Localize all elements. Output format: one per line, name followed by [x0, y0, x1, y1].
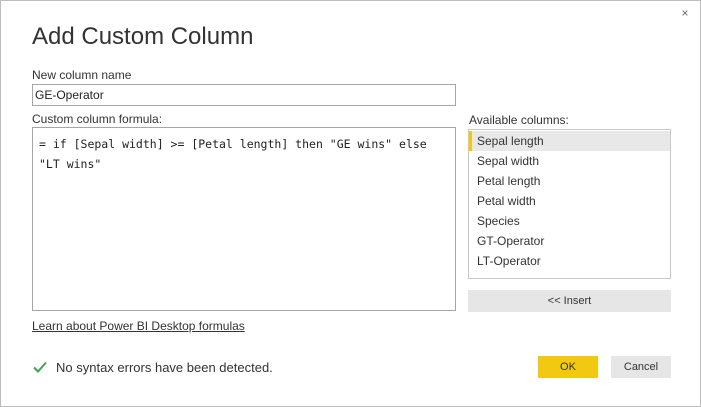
syntax-status-text: No syntax errors have been detected. — [56, 359, 273, 375]
custom-column-formula-input[interactable]: = if [Sepal width] >= [Petal length] the… — [32, 127, 456, 311]
insert-button[interactable]: << Insert — [468, 290, 671, 312]
column-item-petal-width[interactable]: Petal width — [469, 191, 670, 211]
ok-button[interactable]: OK — [538, 356, 598, 378]
column-item-sepal-length[interactable]: Sepal length — [469, 131, 670, 151]
available-columns-label: Available columns: — [469, 113, 569, 127]
custom-column-formula-label: Custom column formula: — [32, 112, 163, 126]
column-item-lt-operator[interactable]: LT-Operator — [469, 251, 670, 271]
new-column-name-label: New column name — [32, 68, 132, 82]
close-button[interactable]: × — [678, 6, 692, 20]
checkmark-icon — [33, 361, 47, 373]
learn-formulas-link[interactable]: Learn about Power BI Desktop formulas — [32, 319, 245, 333]
new-column-name-input[interactable]: GE-Operator — [32, 84, 456, 106]
add-custom-column-dialog: × Add Custom Column New column name GE-O… — [0, 0, 701, 407]
column-item-species[interactable]: Species — [469, 211, 670, 231]
cancel-button[interactable]: Cancel — [611, 356, 671, 378]
syntax-status: No syntax errors have been detected. — [32, 359, 273, 375]
column-item-sepal-width[interactable]: Sepal width — [469, 151, 670, 171]
close-icon: × — [681, 6, 689, 20]
column-item-gt-operator[interactable]: GT-Operator — [469, 231, 670, 251]
available-columns-list[interactable]: Sepal length Sepal width Petal length Pe… — [468, 129, 671, 279]
dialog-title: Add Custom Column — [32, 23, 254, 50]
column-item-petal-length[interactable]: Petal length — [469, 171, 670, 191]
